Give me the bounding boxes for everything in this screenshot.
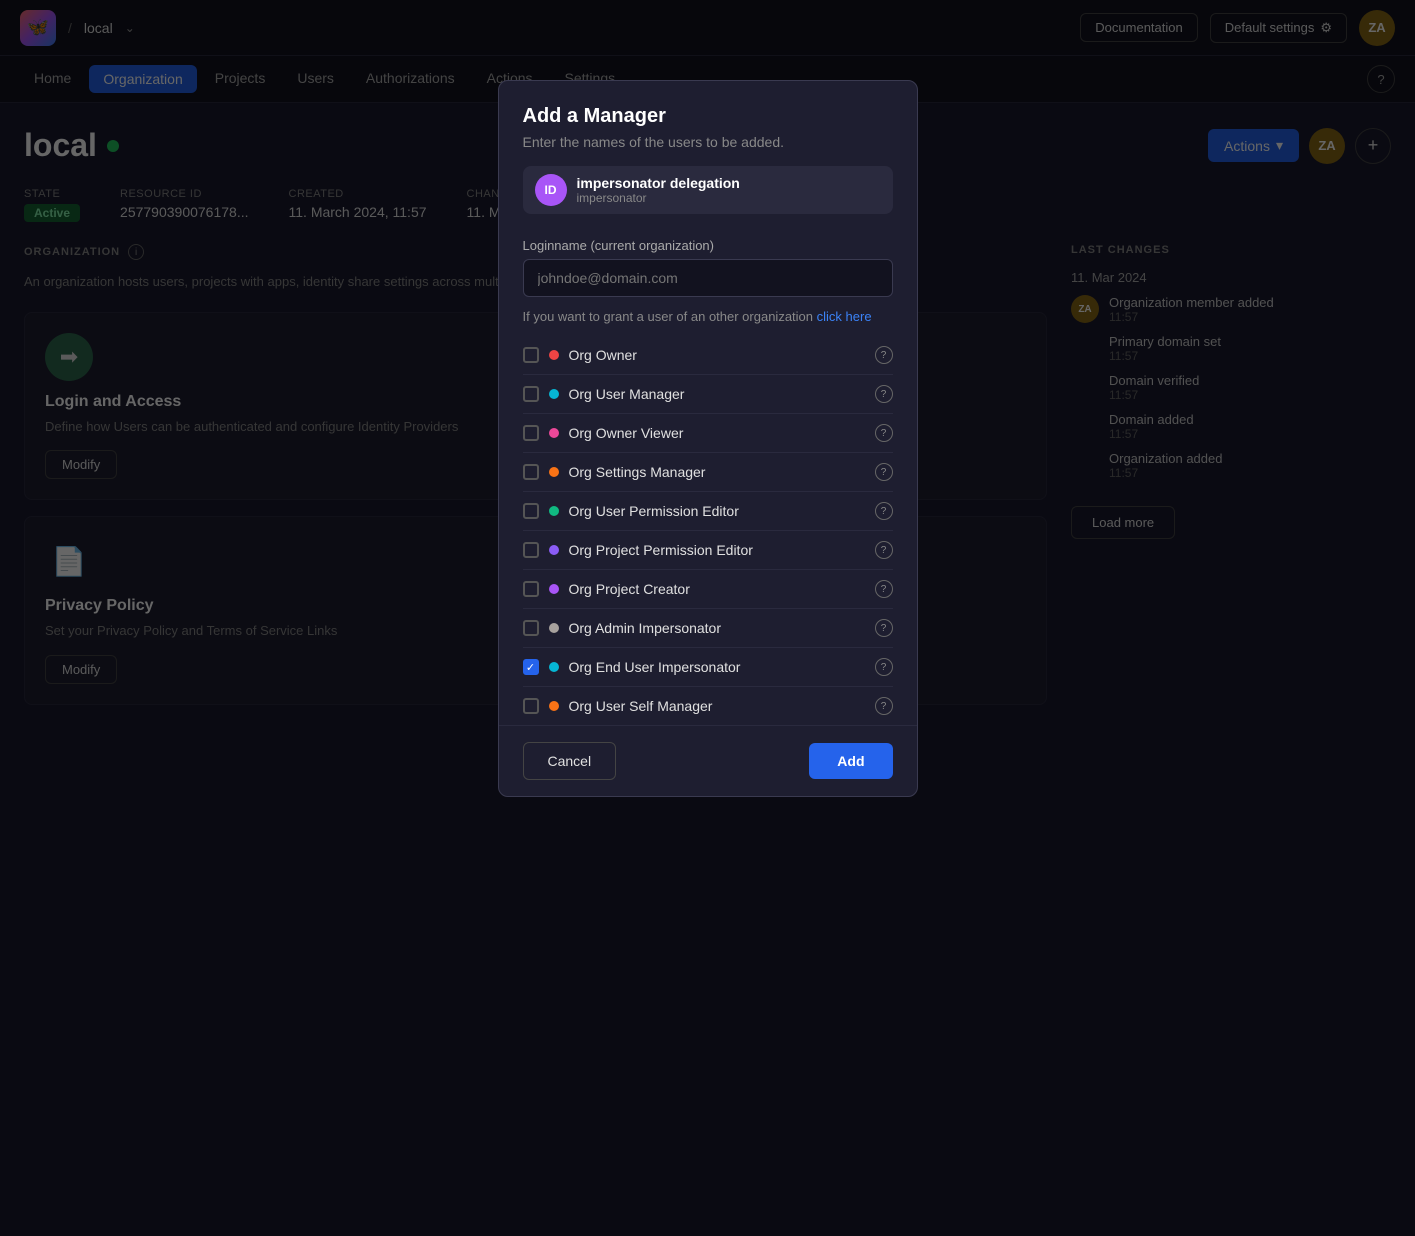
role-item: Org User Manager ?: [523, 375, 893, 414]
role-help-org-project-creator[interactable]: ?: [875, 580, 893, 598]
role-name-org-project-permission-editor: Org Project Permission Editor: [569, 542, 865, 558]
role-help-org-owner-viewer[interactable]: ?: [875, 424, 893, 442]
modal-footer: Cancel Add: [499, 725, 917, 796]
role-help-org-owner[interactable]: ?: [875, 346, 893, 364]
user-chip-info: impersonator delegation impersonator: [577, 175, 740, 205]
role-checkbox-org-admin-impersonator[interactable]: [523, 620, 539, 636]
role-dot-org-end-user-impersonator: [549, 662, 559, 672]
role-help-org-settings-manager[interactable]: ?: [875, 463, 893, 481]
role-name-org-user-self-manager: Org User Self Manager: [569, 698, 865, 714]
role-name-org-user-permission-editor: Org User Permission Editor: [569, 503, 865, 519]
role-help-org-user-self-manager[interactable]: ?: [875, 697, 893, 715]
role-help-org-user-permission-editor[interactable]: ?: [875, 502, 893, 520]
user-chip-role: impersonator: [577, 191, 740, 205]
role-help-org-admin-impersonator[interactable]: ?: [875, 619, 893, 637]
modal-header: Add a Manager Enter the names of the use…: [499, 81, 917, 238]
click-here-link[interactable]: click here: [817, 309, 872, 324]
modal-overlay: Add a Manager Enter the names of the use…: [0, 0, 1415, 1236]
role-name-org-end-user-impersonator: Org End User Impersonator: [569, 659, 865, 675]
role-item: Org Settings Manager ?: [523, 453, 893, 492]
role-dot-org-user-permission-editor: [549, 506, 559, 516]
modal-subtitle: Enter the names of the users to be added…: [523, 134, 893, 150]
role-dot-org-owner: [549, 350, 559, 360]
role-checkbox-org-owner-viewer[interactable]: [523, 425, 539, 441]
user-chip: ID impersonator delegation impersonator: [523, 166, 893, 214]
role-checkbox-org-user-manager[interactable]: [523, 386, 539, 402]
role-checkbox-org-project-creator[interactable]: [523, 581, 539, 597]
role-name-org-project-creator: Org Project Creator: [569, 581, 865, 597]
role-name-org-admin-impersonator: Org Admin Impersonator: [569, 620, 865, 636]
role-item: Org Project Creator ?: [523, 570, 893, 609]
role-dot-org-project-creator: [549, 584, 559, 594]
org-link-hint: If you want to grant a user of an other …: [499, 309, 917, 324]
role-checkbox-org-user-permission-editor[interactable]: [523, 503, 539, 519]
role-item: Org Owner Viewer ?: [523, 414, 893, 453]
role-checkbox-org-project-permission-editor[interactable]: [523, 542, 539, 558]
role-dot-org-admin-impersonator: [549, 623, 559, 633]
login-field-label: Loginname (current organization): [499, 238, 917, 253]
user-chip-name: impersonator delegation: [577, 175, 740, 191]
role-help-org-end-user-impersonator[interactable]: ?: [875, 658, 893, 676]
role-item: Org User Permission Editor ?: [523, 492, 893, 531]
role-item: Org End User Impersonator ?: [523, 648, 893, 687]
role-checkbox-org-user-self-manager[interactable]: [523, 698, 539, 714]
add-manager-modal: Add a Manager Enter the names of the use…: [498, 80, 918, 797]
role-name-org-settings-manager: Org Settings Manager: [569, 464, 865, 480]
role-dot-org-user-self-manager: [549, 701, 559, 711]
cancel-btn[interactable]: Cancel: [523, 742, 617, 780]
loginname-input[interactable]: [523, 259, 893, 297]
role-checkbox-org-end-user-impersonator[interactable]: [523, 659, 539, 675]
user-chip-avatar: ID: [535, 174, 567, 206]
role-dot-org-settings-manager: [549, 467, 559, 477]
role-dot-org-owner-viewer: [549, 428, 559, 438]
modal-title: Add a Manager: [523, 105, 893, 128]
role-item: Org Owner ?: [523, 336, 893, 375]
role-name-org-owner-viewer: Org Owner Viewer: [569, 425, 865, 441]
role-help-org-project-permission-editor[interactable]: ?: [875, 541, 893, 559]
role-checkbox-org-owner[interactable]: [523, 347, 539, 363]
role-name-org-owner: Org Owner: [569, 347, 865, 363]
add-btn[interactable]: Add: [809, 743, 892, 779]
role-list: Org Owner ? Org User Manager ? Org Owner…: [499, 336, 917, 725]
role-item: Org Admin Impersonator ?: [523, 609, 893, 648]
role-dot-org-user-manager: [549, 389, 559, 399]
role-checkbox-org-settings-manager[interactable]: [523, 464, 539, 480]
role-help-org-user-manager[interactable]: ?: [875, 385, 893, 403]
role-item: Org Project Permission Editor ?: [523, 531, 893, 570]
role-dot-org-project-permission-editor: [549, 545, 559, 555]
role-item: Org User Self Manager ?: [523, 687, 893, 725]
role-name-org-user-manager: Org User Manager: [569, 386, 865, 402]
